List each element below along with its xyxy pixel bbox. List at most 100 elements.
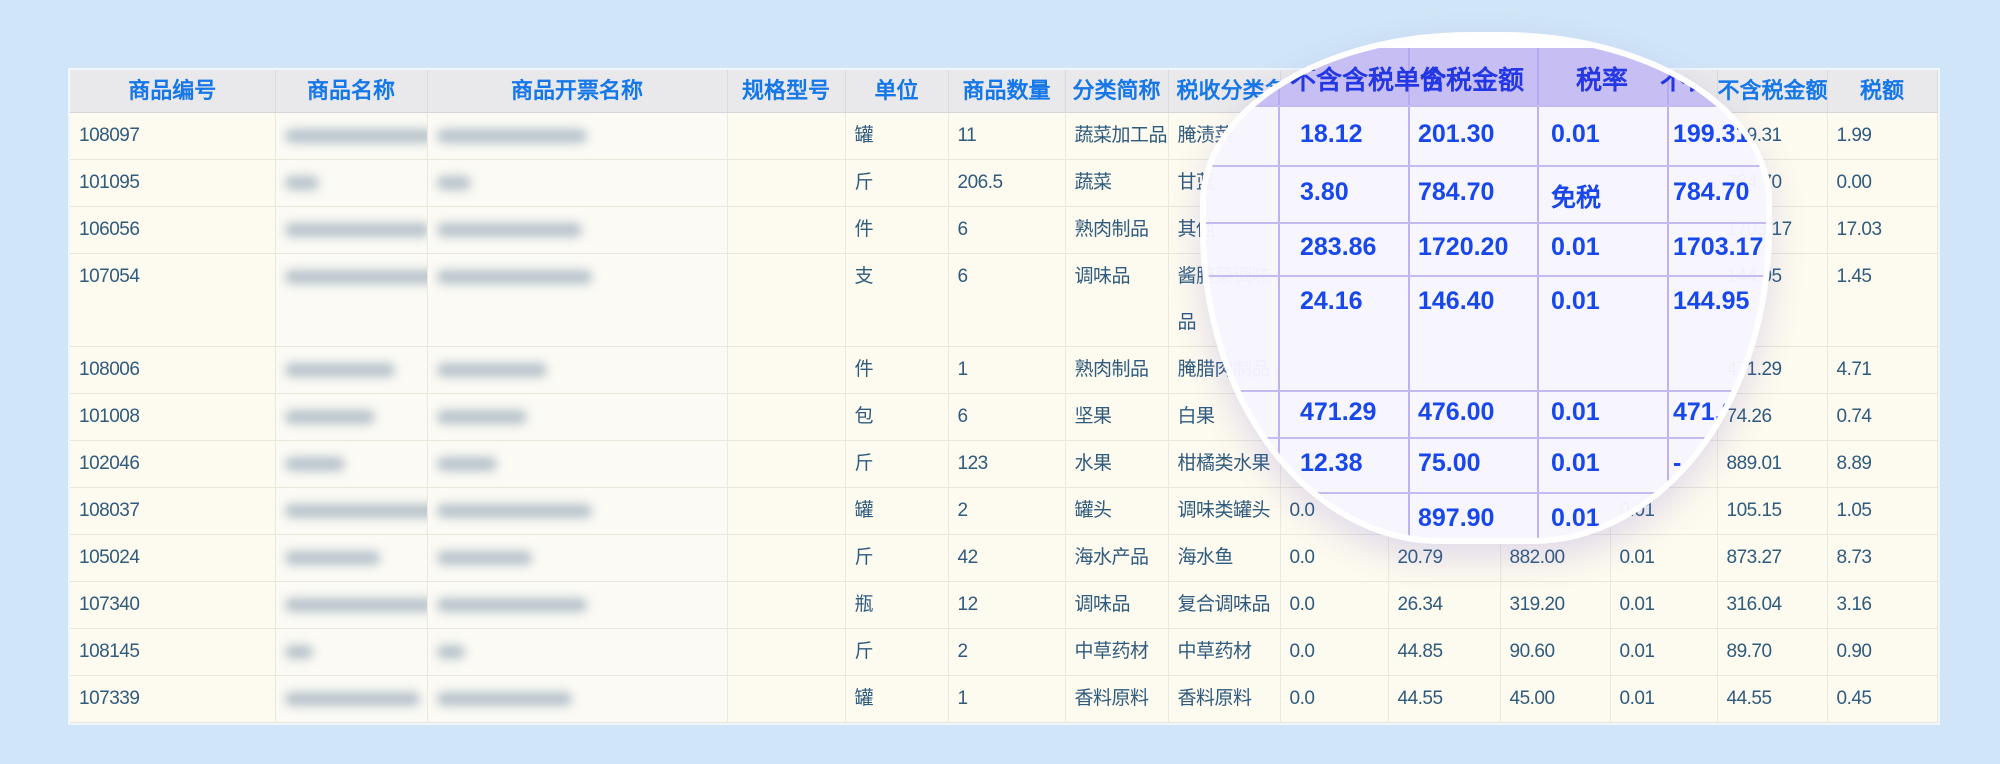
table-row[interactable]: 105024斤42海水产品海水鱼0.020.79882.000.01873.27… [70, 535, 1937, 582]
cell-tax-amount: 17.03 [1827, 207, 1937, 254]
magnifier-cell: 0.01 [1551, 504, 1600, 533]
cell-invoice-name [427, 676, 727, 723]
cell-invoice-name [427, 347, 727, 394]
magnifier-cell: 471.29 [1673, 398, 1749, 427]
cell-tax-category: 调味类罐头 [1168, 488, 1280, 535]
blurred-text [285, 692, 420, 706]
magnifier-grid-line [1206, 105, 1766, 107]
cell-amount-without-tax: 873.27 [1717, 535, 1827, 582]
cell-product-id: 101095 [70, 160, 275, 207]
cell-product-id: 106056 [70, 207, 275, 254]
cell-spec [727, 629, 845, 676]
cell-amount-without-tax: 889.01 [1717, 441, 1827, 488]
cell-product-id: 102046 [70, 441, 275, 488]
cell-quantity: 206.5 [948, 160, 1065, 207]
magnifier-grid-line [1206, 390, 1766, 392]
cell-amount-without-tax: 316.04 [1717, 582, 1827, 629]
cell-unit: 斤 [845, 441, 948, 488]
cell-invoice-name [427, 207, 727, 254]
column-header-3: 规格型号 [727, 70, 845, 113]
cell-unit: 件 [845, 347, 948, 394]
cell-tax-rate: 0.01 [1610, 676, 1717, 723]
cell-invoice-name [427, 535, 727, 582]
cell-spec [727, 160, 845, 207]
cell-quantity: 1 [948, 347, 1065, 394]
magnifier-column-header: 含税金额 [1420, 60, 1524, 97]
magnifier-column-header: 不含税金额 [1660, 60, 1772, 97]
blurred-text [285, 223, 428, 237]
magnifier-cell: 0.01 [1551, 233, 1600, 262]
blurred-text [437, 551, 532, 565]
column-header-2: 商品开票名称 [427, 70, 727, 113]
magnifier-cell: 144.95 [1673, 287, 1749, 316]
table-row[interactable]: 108145斤2中草药材中草药材0.044.8590.600.0189.700.… [70, 629, 1937, 676]
blurred-text [285, 457, 345, 471]
cell-col9: 0.0 [1280, 676, 1388, 723]
cell-tax-amount: 0.74 [1827, 394, 1937, 441]
cell-category: 熟肉制品 [1065, 347, 1168, 394]
cell-product-name [275, 160, 427, 207]
cell-category: 罐头 [1065, 488, 1168, 535]
cell-tax-amount: 8.73 [1827, 535, 1937, 582]
magnifier-cell: 0.01 [1551, 287, 1600, 316]
cell-tax-rate: 0.01 [1610, 535, 1717, 582]
cell-spec [727, 394, 845, 441]
cell-tax-amount: 0.45 [1827, 676, 1937, 723]
cell-tax-rate: 0.01 [1610, 582, 1717, 629]
cell-product-name [275, 488, 427, 535]
magnifier-grid-line [1408, 48, 1410, 538]
cell-invoice-name [427, 488, 727, 535]
cell-category: 蔬菜加工品 [1065, 113, 1168, 160]
magnifier-grid-line [1206, 492, 1766, 494]
cell-quantity: 1 [948, 676, 1065, 723]
column-header-4: 单位 [845, 70, 948, 113]
cell-quantity: 6 [948, 394, 1065, 441]
magnifier-cell: 199.31 [1673, 120, 1749, 149]
cell-spec [727, 441, 845, 488]
cell-quantity: 123 [948, 441, 1065, 488]
cell-col9: 0.0 [1280, 629, 1388, 676]
cell-product-name [275, 629, 427, 676]
cell-tax-amount: 0.00 [1827, 160, 1937, 207]
cell-unit-price: 44.55 [1388, 676, 1500, 723]
cell-tax-category: 复合调味品 [1168, 582, 1280, 629]
magnifier-cell: 201.30 [1418, 120, 1494, 149]
magnifier-cell: 75.00 [1418, 449, 1481, 478]
cell-unit: 支 [845, 254, 948, 347]
cell-category: 熟肉制品 [1065, 207, 1168, 254]
cell-quantity: 42 [948, 535, 1065, 582]
magnifier-grid-line [1206, 437, 1766, 439]
magnifier-cell: - [1673, 449, 1681, 478]
blurred-text [437, 457, 497, 471]
cell-unit: 斤 [845, 629, 948, 676]
blurred-text [437, 363, 547, 377]
cell-unit: 件 [845, 207, 948, 254]
cell-spec [727, 113, 845, 160]
magnifier-grid-line [1537, 48, 1539, 538]
table-row[interactable]: 107340瓶12调味品复合调味品0.026.34319.200.01316.0… [70, 582, 1937, 629]
magnifier-grid-line [1206, 222, 1766, 224]
cell-product-name [275, 441, 427, 488]
blurred-text [437, 645, 465, 659]
cell-product-id: 105024 [70, 535, 275, 582]
cell-tax-rate: 0.01 [1610, 629, 1717, 676]
blurred-text [437, 692, 572, 706]
magnifier-cell: 24.16 [1300, 287, 1363, 316]
cell-quantity: 2 [948, 488, 1065, 535]
cell-unit-price: 44.85 [1388, 629, 1500, 676]
blurred-text [285, 129, 428, 143]
column-header-1: 商品名称 [275, 70, 427, 113]
cell-col9: 0.0 [1280, 535, 1388, 582]
blurred-text [285, 270, 428, 284]
magnifier-cell: 146.40 [1418, 287, 1494, 316]
cell-category: 调味品 [1065, 582, 1168, 629]
magnifier-cell: 784.70 [1418, 178, 1494, 207]
cell-tax-category: 中草药材 [1168, 629, 1280, 676]
column-header-13: 税额 [1827, 70, 1937, 113]
cell-spec [727, 535, 845, 582]
blurred-text [437, 270, 592, 284]
magnifier-cell: 283.86 [1300, 233, 1376, 262]
cell-unit-price: 26.34 [1388, 582, 1500, 629]
table-row[interactable]: 107339罐1香料原料香料原料0.044.5545.000.0144.550.… [70, 676, 1937, 723]
cell-tax-amount: 1.05 [1827, 488, 1937, 535]
